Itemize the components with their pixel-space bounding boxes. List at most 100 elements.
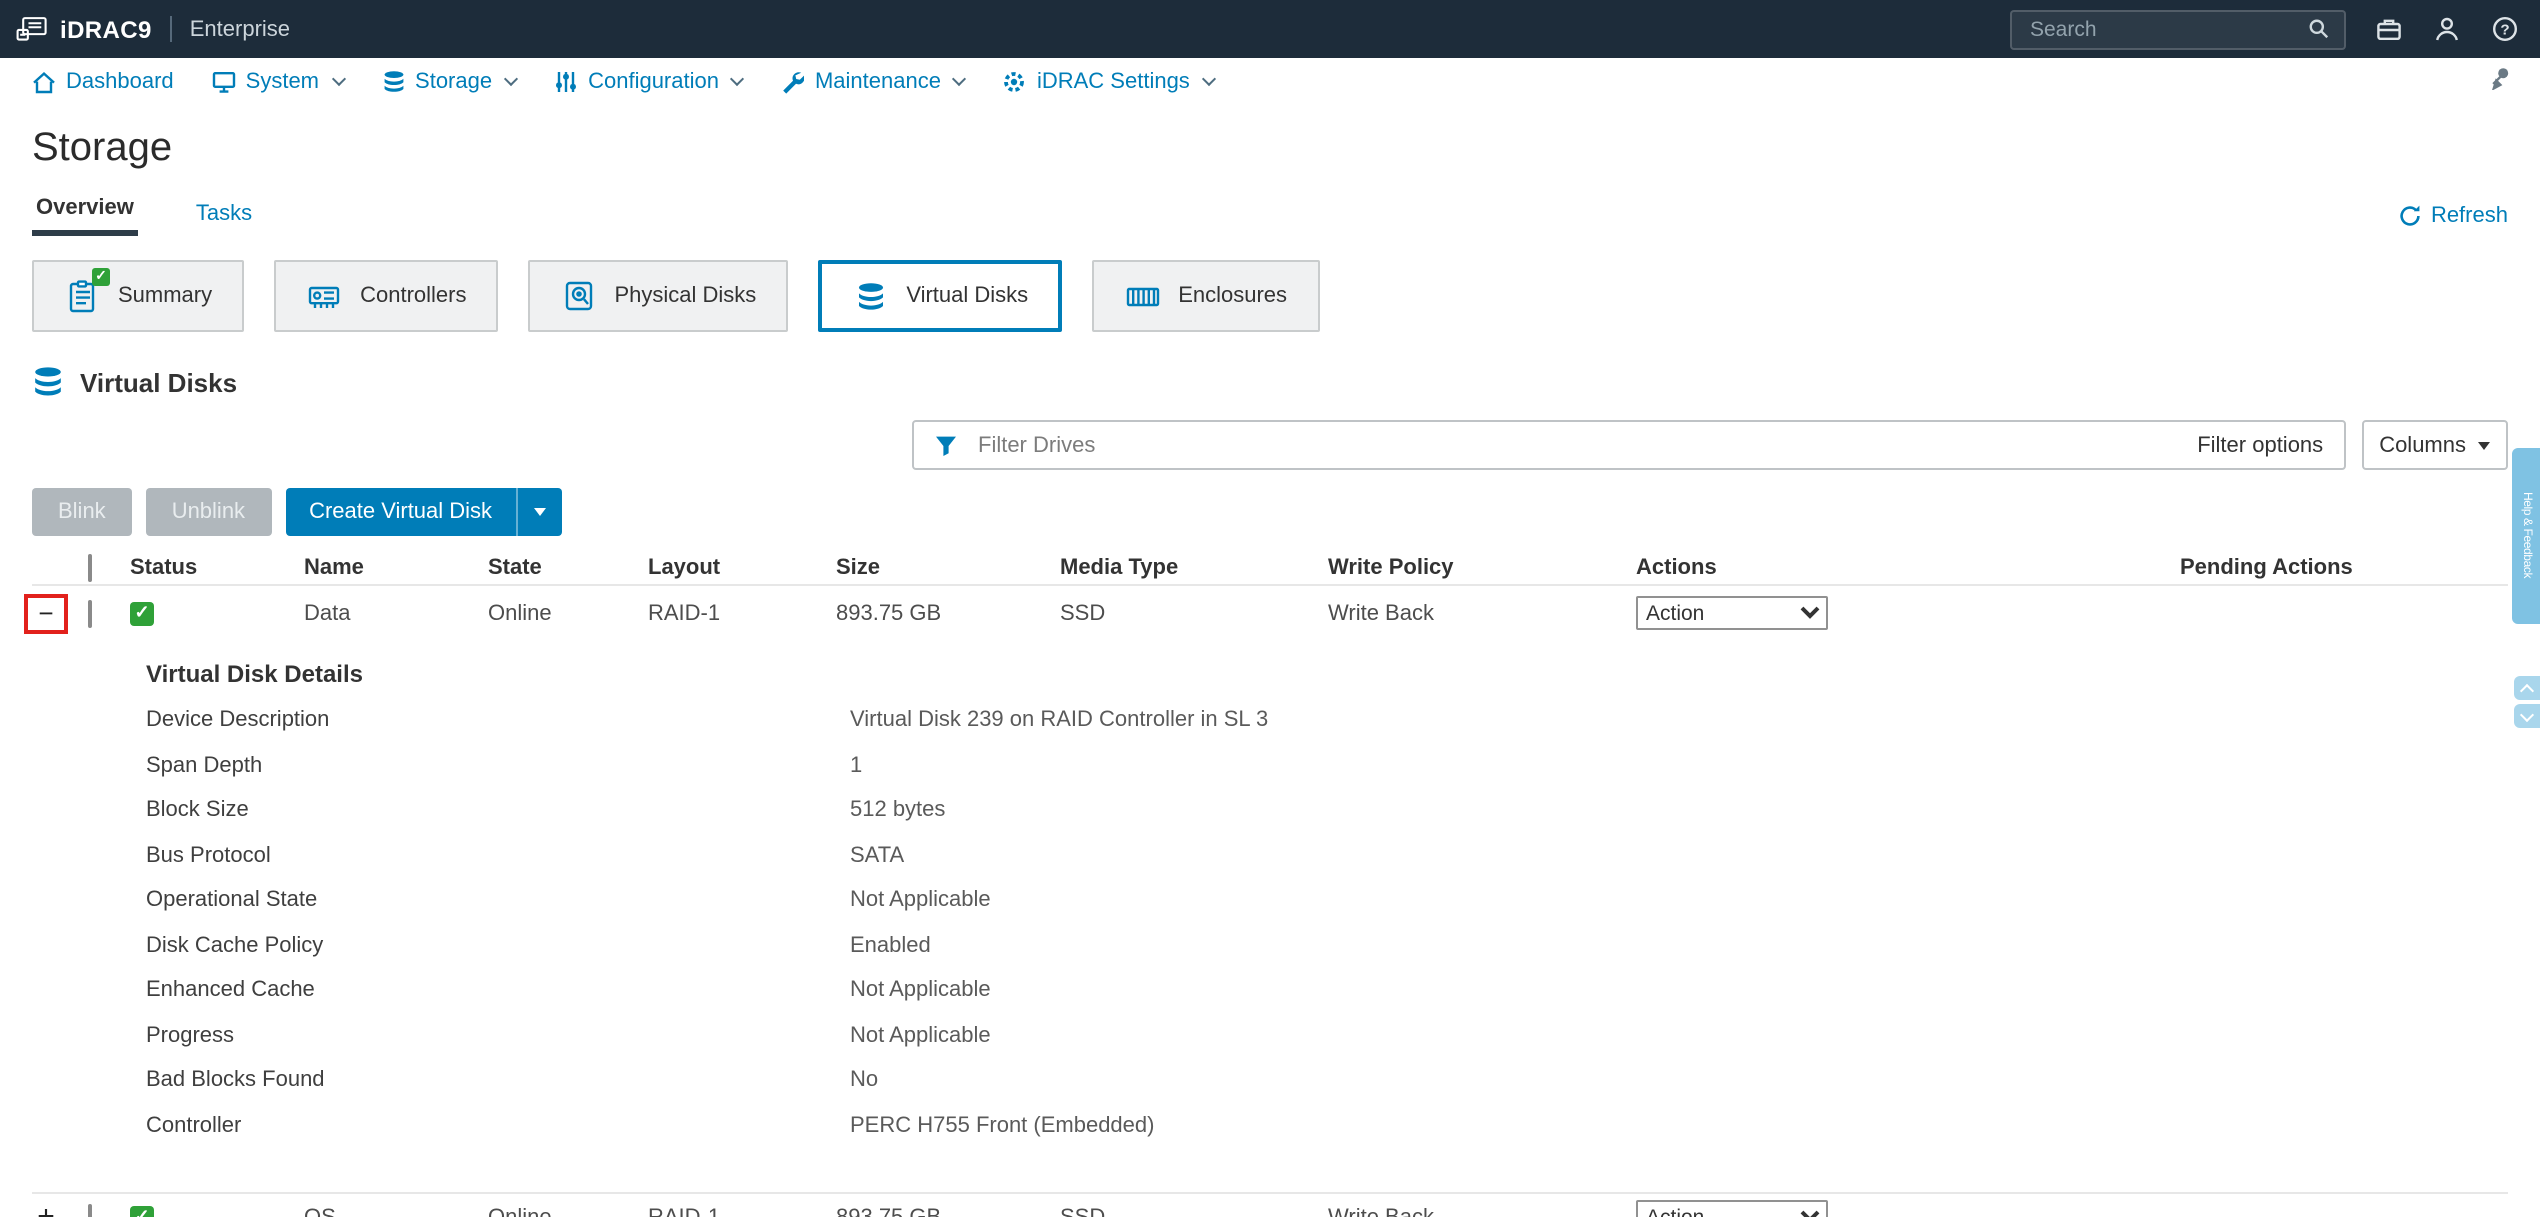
briefcase-icon[interactable]: [2372, 13, 2404, 45]
pin-icon[interactable]: [2488, 64, 2512, 100]
table-row: Data Online RAID-1 893.75 GB SSD Write B…: [24, 586, 2508, 640]
virtual-disk-details: Virtual Disk Details Device Description …: [32, 640, 2508, 1192]
scroll-up-button[interactable]: [2514, 676, 2540, 700]
card-physical-disks[interactable]: Physical Disks: [528, 260, 789, 332]
col-status: Status: [130, 556, 198, 580]
configuration-icon: [556, 72, 577, 92]
brand: iDRAC9 Enterprise: [16, 13, 290, 45]
filter-drives-box: Filter options: [912, 420, 2346, 470]
cell-media: SSD: [1060, 1205, 1106, 1217]
nav-label: Dashboard: [66, 70, 174, 94]
summary-icon: [64, 267, 110, 313]
storage-icon: [383, 71, 403, 92]
detail-row: Progress Not Applicable: [146, 1023, 991, 1048]
global-search: [2010, 9, 2346, 49]
user-icon[interactable]: [2430, 13, 2462, 45]
create-virtual-disk-menu[interactable]: [516, 488, 562, 536]
card-enclosures[interactable]: Enclosures: [1092, 260, 1320, 332]
col-media-type: Media Type: [1060, 556, 1179, 580]
detail-row: Operational State Not Applicable: [146, 888, 991, 913]
help-icon[interactable]: ?: [2488, 13, 2520, 45]
card-virtual-disks[interactable]: Virtual Disks: [818, 260, 1063, 332]
nav-label: iDRAC Settings: [1036, 70, 1190, 94]
refresh-button[interactable]: Refresh: [2399, 204, 2508, 236]
row-checkbox[interactable]: [88, 599, 92, 627]
search-icon[interactable]: [2306, 17, 2330, 41]
status-ok-icon: [130, 601, 154, 625]
section-title: Virtual Disks: [80, 367, 238, 397]
collapse-minus-icon: [38, 599, 53, 627]
main-nav: Dashboard System Storage Configuration M…: [0, 58, 2540, 106]
nav-label: Storage: [415, 70, 493, 94]
nav-label: Maintenance: [814, 70, 941, 94]
row-checkbox[interactable]: [88, 1203, 92, 1217]
card-summary[interactable]: Summary: [32, 260, 245, 332]
col-size: Size: [836, 556, 881, 580]
nav-item-maintenance[interactable]: Maintenance: [781, 70, 968, 94]
nav-item-dashboard[interactable]: Dashboard: [32, 70, 174, 94]
brand-divider: [169, 16, 172, 42]
cell-layout: RAID-1: [648, 601, 721, 625]
svg-text:?: ?: [2499, 21, 2508, 38]
create-virtual-disk-button[interactable]: Create Virtual Disk: [285, 488, 563, 536]
card-label: Enclosures: [1178, 284, 1288, 308]
product-edition: Enterprise: [189, 17, 291, 41]
topbar-actions: ?: [2010, 9, 2520, 49]
col-state: State: [488, 556, 542, 580]
virtual-disks-icon: [35, 367, 61, 396]
blink-button[interactable]: Blink: [32, 488, 132, 536]
row-action-select[interactable]: Action: [1636, 596, 1828, 630]
filter-row: Filter options Columns: [32, 420, 2508, 470]
status-ok-icon: [130, 1205, 154, 1217]
card-label: Physical Disks: [614, 284, 757, 308]
chevron-down-icon: [952, 71, 968, 87]
columns-button[interactable]: Columns: [2361, 420, 2508, 470]
idrac-app: iDRAC9 Enterprise Search ? Dashboard Sys…: [0, 0, 2540, 1217]
nav-item-storage[interactable]: Storage: [381, 70, 519, 94]
select-all-checkbox[interactable]: [88, 554, 92, 582]
chevron-down-icon: [330, 71, 346, 87]
physical-disks-icon: [561, 279, 597, 313]
collapse-row-button[interactable]: [24, 593, 68, 633]
cell-name: OS: [304, 1205, 336, 1217]
card-controllers[interactable]: Controllers: [274, 260, 499, 332]
expand-plus-icon: [37, 1202, 55, 1217]
col-layout: Layout: [648, 556, 721, 580]
nav-item-configuration[interactable]: Configuration: [554, 70, 746, 94]
home-icon: [33, 71, 55, 94]
expand-row-button[interactable]: [32, 1203, 60, 1217]
row-action-select[interactable]: Action: [1636, 1200, 1828, 1217]
tab-tasks[interactable]: Tasks: [192, 196, 256, 236]
cell-state: Online: [488, 1205, 552, 1217]
cell-write-policy: Write Back: [1328, 601, 1434, 625]
create-virtual-disk-label: Create Virtual Disk: [309, 500, 493, 524]
scroll-down-button[interactable]: [2514, 704, 2540, 728]
col-name: Name: [304, 556, 364, 580]
virtual-disks-table: Status Name State Layout Size Media Type…: [24, 552, 2508, 1217]
nav-item-system[interactable]: System: [212, 70, 346, 94]
nav-label: Configuration: [588, 70, 719, 94]
tab-overview[interactable]: Overview: [32, 190, 138, 236]
maintenance-icon: [784, 72, 805, 94]
chevron-down-icon: [730, 71, 746, 87]
detail-row: Block Size 512 bytes: [146, 798, 946, 823]
nav-item-idrac-settings[interactable]: iDRAC Settings: [1003, 70, 1216, 94]
top-bar: iDRAC9 Enterprise Search ?: [0, 0, 2540, 58]
filter-drives-input[interactable]: [974, 431, 2182, 459]
unblink-button[interactable]: Unblink: [145, 488, 272, 536]
help-feedback-tab[interactable]: Help & Feedback: [2512, 448, 2540, 624]
table-header-row: Status Name State Layout Size Media Type…: [32, 552, 2508, 586]
col-pending-actions: Pending Actions: [2180, 556, 2353, 580]
search-input[interactable]: [2026, 15, 2294, 43]
refresh-label: Refresh: [2430, 204, 2508, 228]
virtual-disks-icon: [852, 279, 888, 313]
card-label: Virtual Disks: [906, 284, 1029, 308]
chevron-down-icon: [504, 71, 519, 87]
cell-state: Online: [488, 601, 552, 625]
filter-options-link[interactable]: Filter options: [2197, 433, 2323, 457]
storage-category-cards: Summary Controllers: [32, 260, 2508, 332]
tab-bar: Overview Tasks Refresh: [32, 190, 2508, 236]
cell-write-policy: Write Back: [1328, 1205, 1434, 1217]
chevron-down-icon: [1201, 71, 1216, 87]
controllers-icon: [306, 279, 342, 313]
